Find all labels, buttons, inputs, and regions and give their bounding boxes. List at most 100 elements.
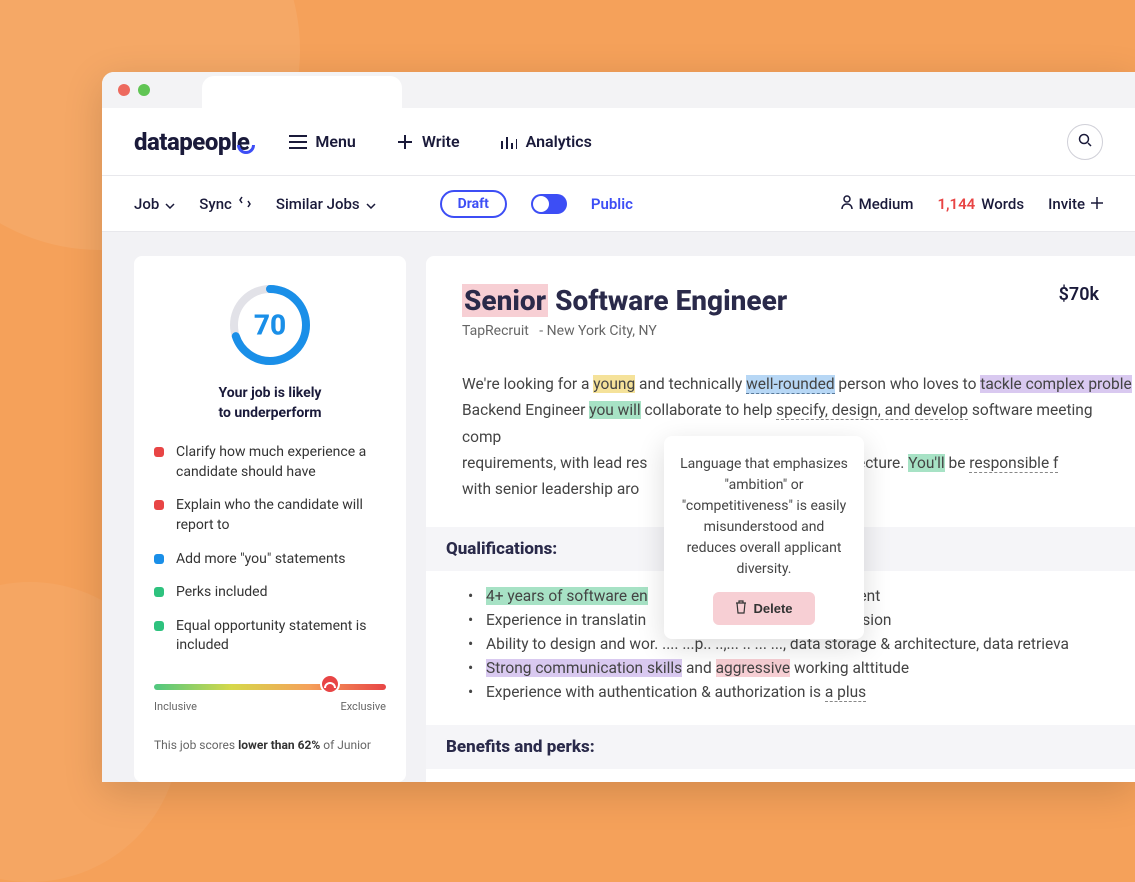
recommendation-text: Clarify how much experience a candidate … xyxy=(176,443,386,482)
readability-value: Medium xyxy=(859,195,914,213)
job-meta: TapRecruit - New York City, NY xyxy=(462,323,787,339)
recommendation-text: Equal opportunity statement is included xyxy=(176,617,386,656)
inclusion-labels: Inclusive Exclusive xyxy=(154,700,386,713)
inclusion-right: Exclusive xyxy=(340,700,386,713)
body-text: Experience in translatin xyxy=(486,611,646,629)
invite-button[interactable]: Invite xyxy=(1048,195,1103,213)
body-text: Backend Engineer xyxy=(462,401,589,419)
readability-level[interactable]: Medium xyxy=(841,195,914,213)
inclusion-left: Inclusive xyxy=(154,700,197,713)
tooltip-text: Language that emphasizes "ambition" or "… xyxy=(680,454,848,580)
footer-bold: lower than 62% xyxy=(238,738,320,752)
content-area: 70 Your job is likely to underperform Cl… xyxy=(102,232,1135,782)
suggestion-tooltip: Language that emphasizes "ambition" or "… xyxy=(664,436,864,639)
status-dot-icon xyxy=(154,621,164,631)
frown-icon xyxy=(320,674,340,694)
logo[interactable]: datapeople xyxy=(134,128,249,156)
public-label: Public xyxy=(591,195,633,213)
person-icon xyxy=(841,195,853,213)
nav-write-label: Write xyxy=(422,132,460,151)
invite-label: Invite xyxy=(1048,195,1085,213)
sync-icon xyxy=(238,195,252,213)
highlight-ambition: tackle complex proble xyxy=(980,375,1131,393)
body-text: working alttitude xyxy=(790,659,909,677)
hamburger-icon xyxy=(289,133,307,151)
word-count: 1,144 Words xyxy=(937,195,1024,213)
plus-icon xyxy=(1091,195,1103,213)
score-gauge: 70 xyxy=(225,280,315,370)
recommendation-text: Explain who the candidate will report to xyxy=(176,496,386,535)
body-text: collaborate to help xyxy=(641,401,777,419)
recommendation-item[interactable]: Perks included xyxy=(154,583,386,603)
nav-menu[interactable]: Menu xyxy=(289,132,355,151)
job-location: New York City, NY xyxy=(547,323,657,339)
recommendation-text: Perks included xyxy=(176,583,268,603)
nav-analytics-label: Analytics xyxy=(526,132,592,151)
status-dot-icon xyxy=(154,447,164,457)
public-toggle[interactable] xyxy=(531,194,567,214)
nav-bar: datapeople Menu Write Analytics xyxy=(102,108,1135,176)
status-dot-icon xyxy=(154,500,164,510)
maximize-icon[interactable] xyxy=(138,84,150,96)
recommendation-item[interactable]: Clarify how much experience a candidate … xyxy=(154,443,386,482)
list-item: Experience with authentication & authori… xyxy=(486,683,1135,701)
highlight-jargon: well-rounded xyxy=(746,375,834,394)
traffic-lights xyxy=(118,84,150,96)
recommendation-list: Clarify how much experience a candidate … xyxy=(154,443,386,656)
body-text: be xyxy=(945,454,970,472)
delete-button[interactable]: Delete xyxy=(713,592,814,625)
status-dot-icon xyxy=(154,554,164,564)
highlight-age: young xyxy=(593,375,635,393)
list-item: Strong communication skills and aggressi… xyxy=(486,659,1135,677)
similar-dropdown[interactable]: Similar Jobs xyxy=(276,195,376,213)
footer-pre: This job scores xyxy=(154,738,238,752)
app-window: datapeople Menu Write Analytics xyxy=(102,72,1135,782)
trash-icon xyxy=(735,600,747,617)
recommendation-text: Add more "you" statements xyxy=(176,550,346,570)
highlight-seniority: Senior xyxy=(462,284,548,317)
job-dropdown[interactable]: Job xyxy=(134,195,175,213)
word-count-value: 1,144 xyxy=(937,195,975,213)
body-text: and xyxy=(682,659,715,677)
score-caption-l1: Your job is likely xyxy=(218,384,321,404)
word-count-label: Words xyxy=(981,195,1024,213)
nav-menu-label: Menu xyxy=(315,132,355,151)
job-label: Job xyxy=(134,195,159,213)
footer-post: of Junior xyxy=(320,738,371,752)
draft-pill[interactable]: Draft xyxy=(440,190,507,218)
job-header: Senior Software Engineer TapRecruit - Ne… xyxy=(462,284,1135,339)
search-button[interactable] xyxy=(1067,124,1103,160)
benefits-heading: Benefits and perks: xyxy=(426,725,1135,769)
nav-write[interactable]: Write xyxy=(396,132,460,151)
job-company: TapRecruit xyxy=(462,323,529,339)
score-value: 70 xyxy=(254,309,286,342)
recommendation-item[interactable]: Equal opportunity statement is included xyxy=(154,617,386,656)
chevron-down-icon xyxy=(366,195,376,213)
search-icon xyxy=(1078,132,1092,151)
score-panel: 70 Your job is likely to underperform Cl… xyxy=(134,256,406,782)
salary: $70k xyxy=(1059,284,1099,305)
recommendation-item[interactable]: Add more "you" statements xyxy=(154,550,386,570)
underline-phrase: a plus xyxy=(825,683,866,702)
body-text: and technically xyxy=(635,375,746,393)
highlight-you: You'll xyxy=(908,454,944,472)
nav-analytics[interactable]: Analytics xyxy=(500,132,592,151)
body-text: person who loves to xyxy=(835,375,981,393)
highlight-aggressive: aggressive xyxy=(716,659,791,677)
inclusion-bar xyxy=(154,684,386,690)
score-caption: Your job is likely to underperform xyxy=(218,384,321,423)
score-footer: This job scores lower than 62% of Junior xyxy=(154,737,386,754)
sub-bar: Job Sync Similar Jobs Draft Public Mediu… xyxy=(102,176,1135,232)
close-icon[interactable] xyxy=(118,84,130,96)
highlight-cliche: Strong communication skills xyxy=(486,659,682,677)
body-text: Experience with authentication & authori… xyxy=(486,683,825,701)
plus-icon xyxy=(396,133,414,151)
sync-label: Sync xyxy=(199,195,232,213)
body-text: requirements, with lead res xyxy=(462,454,651,472)
job-title[interactable]: Senior Software Engineer xyxy=(462,284,787,317)
recommendation-item[interactable]: Explain who the candidate will report to xyxy=(154,496,386,535)
sync-button[interactable]: Sync xyxy=(199,195,252,213)
highlight-experience: 4+ years of software en xyxy=(486,587,648,605)
delete-label: Delete xyxy=(753,601,792,616)
bar-chart-icon xyxy=(500,133,518,151)
